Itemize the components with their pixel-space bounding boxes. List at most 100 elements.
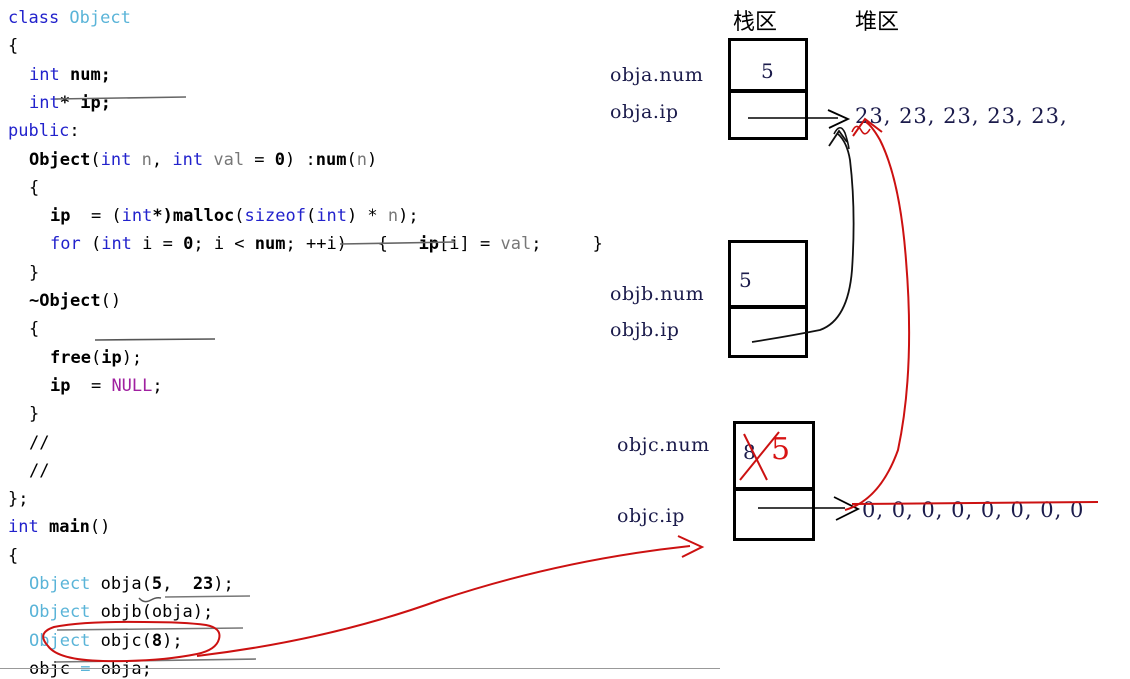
code-token: int: [8, 517, 39, 538]
code-token: int: [100, 149, 132, 170]
code-token: (: [234, 206, 245, 227]
code-token: {: [29, 319, 40, 340]
code-token: int: [29, 64, 60, 85]
code-line: //: [29, 461, 49, 481]
code-token: );: [121, 347, 143, 368]
code-line: {: [8, 36, 18, 56]
code-token: i =: [131, 234, 184, 255]
code-token: );: [398, 206, 419, 227]
code-token: objb(obja);: [90, 602, 214, 623]
code-line: int main(): [8, 517, 110, 537]
code-token: ; i <: [193, 234, 255, 255]
objb-box-divider: [728, 305, 808, 309]
code-token: = (: [70, 206, 122, 227]
code-line: Object obja(5, 23);: [29, 574, 234, 594]
code-token: //: [29, 432, 50, 453]
code-token: n: [387, 206, 399, 227]
code-token: obja(: [90, 574, 152, 594]
code-listing: class Object{int num; int* ip; public: Obje…: [0, 0, 620, 679]
code-token: =: [244, 149, 275, 170]
code-token: int: [316, 206, 347, 227]
code-token: int: [29, 92, 60, 113]
objc-num-corrected-value: 5: [771, 432, 791, 467]
code-token: =: [70, 375, 112, 396]
code-token: [i] =: [439, 234, 501, 255]
code-token: }: [29, 404, 40, 425]
code-token: ip: [101, 347, 122, 368]
code-token: objc(: [90, 630, 152, 651]
code-line: class Object: [8, 8, 131, 28]
code-token: int: [121, 206, 153, 227]
code-token: n: [356, 149, 367, 170]
code-token: num: [315, 149, 347, 170]
code-line: int num;: [29, 65, 111, 85]
code-line: {: [29, 319, 39, 339]
code-token: int: [172, 149, 204, 170]
code-token: {: [8, 545, 19, 566]
code-token: *: [59, 92, 70, 113]
red-arrowhead-objc: [677, 535, 705, 558]
code-token: 23: [192, 574, 214, 594]
code-token: ip: [418, 234, 440, 255]
code-line: free(ip);: [50, 348, 142, 368]
code-line: Object objc(8);: [29, 631, 183, 651]
slide-canvas: class Object{int num; int* ip; public: Obje…: [0, 0, 1130, 679]
code-token: num: [254, 234, 286, 255]
code-token: val: [500, 234, 532, 255]
code-token: ~Object: [29, 291, 101, 311]
code-token: ; }: [531, 234, 603, 255]
code-line: }: [29, 263, 39, 283]
code-token: :: [69, 121, 80, 142]
objc-box-divider: [733, 487, 815, 491]
obja-ip-arrowhead: [827, 109, 851, 129]
code-line: public:: [8, 121, 80, 141]
code-token: {: [8, 36, 19, 57]
code-token: class: [8, 8, 70, 28]
stack-zone-label: 栈区: [733, 10, 778, 35]
code-token: 8: [151, 630, 163, 651]
code-token: ) *: [346, 206, 388, 227]
obja-ip-label: obja.ip: [610, 101, 679, 123]
code-token: public: [8, 121, 70, 142]
code-line: //: [29, 433, 49, 453]
code-token: (: [305, 206, 317, 227]
code-token: val: [213, 149, 245, 170]
code-token: Object: [29, 630, 91, 651]
code-line: int* ip;: [29, 93, 111, 113]
objb-num-label: objb.num: [610, 283, 705, 305]
objb-ip-arrowhead: [828, 129, 848, 147]
code-token: n: [141, 149, 152, 170]
objc-num-label: objc.num: [617, 434, 710, 456]
code-token: ip: [50, 375, 71, 396]
code-line: Object(int n, int val = 0) :num(n): [29, 150, 377, 170]
code-token: 0: [183, 234, 194, 255]
code-token: 0: [274, 149, 286, 170]
code-token: 5: [151, 574, 163, 594]
code-token: sizeof: [244, 206, 306, 227]
code-token: {: [29, 177, 40, 198]
code-token: for: [50, 234, 81, 255]
code-token: (: [80, 234, 102, 255]
code-token: Object: [69, 8, 131, 28]
code-token: ): [366, 149, 378, 170]
code-token: ,: [162, 574, 193, 594]
code-token: free: [50, 347, 91, 368]
code-line: {: [8, 546, 18, 566]
code-token: main: [48, 517, 90, 538]
code-token: }: [29, 262, 40, 283]
code-token: ip;: [80, 92, 111, 113]
code-token: Object: [29, 149, 91, 170]
objc-num-value: 8: [743, 440, 756, 464]
code-token: (): [100, 291, 122, 311]
objc-heap-values: 0, 0, 0, 0, 0, 0, 0, 0: [862, 498, 1085, 522]
objc-ip-label: objc.ip: [617, 505, 685, 527]
red-curve-objc-to-obja-heap: [844, 121, 911, 511]
heap-zone-label: 堆区: [855, 10, 900, 35]
code-line: ip = NULL;: [50, 376, 163, 396]
bottom-divider: [0, 668, 720, 669]
code-line: Object objb(obja);: [29, 602, 213, 622]
code-token: int: [101, 234, 132, 255]
